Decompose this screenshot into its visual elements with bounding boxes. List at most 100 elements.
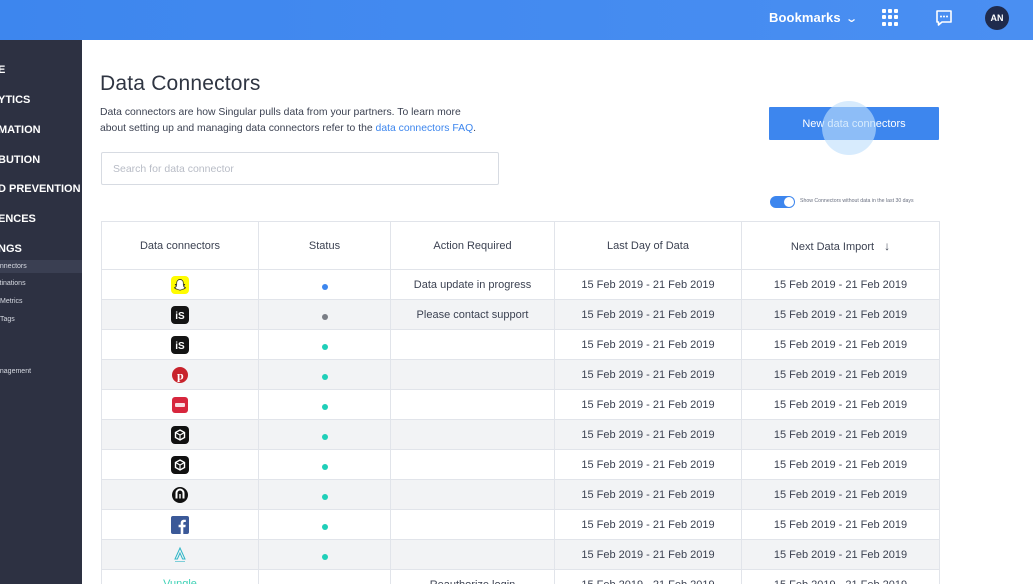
table-row[interactable]: 15 Feb 2019 - 21 Feb 2019 15 Feb 2019 - 2…	[101, 389, 940, 420]
sidebar-item-fraud-prevention[interactable]: D PREVENTION	[0, 183, 81, 195]
show-empty-connectors-toggle[interactable]	[770, 196, 795, 208]
table-row[interactable]: iS Please contact support 15 Feb 2019 - 21…	[101, 299, 940, 330]
new-data-connectors-button[interactable]: New data connectors	[769, 107, 939, 140]
user-avatar[interactable]: AN	[985, 6, 1009, 30]
status-cell	[258, 479, 391, 510]
unity-logo-icon	[171, 426, 189, 444]
connector-logo-cell	[101, 479, 259, 510]
status-dot-icon	[321, 374, 328, 380]
top-bar: Bookmarks ⌄ AN	[0, 0, 1033, 40]
svg-text:iS: iS	[175, 341, 185, 352]
action-required-cell	[390, 359, 555, 390]
table-row[interactable]: 15 Feb 2019 - 21 Feb 2019 15 Feb 2019 - 2…	[101, 479, 940, 510]
action-required-cell	[390, 479, 555, 510]
sort-down-arrow-icon[interactable]: ↓	[884, 239, 890, 253]
header-last-day-of-data[interactable]: Last Day of Data	[554, 221, 742, 270]
sidebar-item-settings[interactable]: NGS	[0, 243, 22, 255]
bookmarks-label: Bookmarks	[769, 10, 841, 25]
snapchat-logo-icon	[171, 276, 189, 294]
vungle-logo-icon: Vungle	[160, 576, 200, 584]
header-action-required[interactable]: Action Required	[390, 221, 555, 270]
description-line-2: about setting up and managing data conne…	[100, 123, 376, 134]
search-input[interactable]	[101, 152, 499, 185]
sidebar-item-audiences[interactable]: ENCES	[0, 213, 36, 225]
sidebar-subitem-metrics[interactable]: Metrics	[0, 298, 23, 305]
last-day-of-data-cell: 15 Feb 2019 - 21 Feb 2019	[554, 389, 742, 420]
connector-logo-cell: p	[101, 359, 259, 390]
table-row[interactable]: iS 15 Feb 2019 - 21 Feb 2019 15 Feb 2019 -…	[101, 329, 940, 360]
next-data-import-cell: 15 Feb 2019 - 21 Feb 2019	[741, 419, 940, 450]
status-cell	[258, 269, 391, 300]
table-row[interactable]: 15 Feb 2019 - 21 Feb 2019 15 Feb 2019 - 2…	[101, 509, 940, 540]
header-next-data-import[interactable]: Next Data Import ↓	[741, 221, 940, 270]
table-row[interactable]: 15 Feb 2019 - 21 Feb 2019 15 Feb 2019 - 2…	[101, 449, 940, 480]
sidebar-subitem-connectors[interactable]: onnectors	[0, 263, 27, 270]
apps-grid-icon[interactable]	[882, 9, 899, 26]
action-required-cell	[390, 329, 555, 360]
next-data-import-cell: 15 Feb 2019 - 21 Feb 2019	[741, 299, 940, 330]
connector-logo-cell: Vungle	[101, 569, 259, 584]
next-data-import-cell: 15 Feb 2019 - 21 Feb 2019	[741, 329, 940, 360]
table-row[interactable]: 15 Feb 2019 - 21 Feb 2019 15 Feb 2019 - 2…	[101, 419, 940, 450]
pinterest-logo-icon: p	[171, 366, 189, 384]
connector-logo-cell	[101, 509, 259, 540]
ironsource-logo-icon: iS	[171, 336, 189, 354]
status-dot-icon	[321, 284, 328, 290]
next-data-import-cell: 15 Feb 2019 - 21 Feb 2019	[741, 389, 940, 420]
status-dot-icon	[321, 554, 328, 560]
faq-link[interactable]: data connectors FAQ	[376, 123, 474, 134]
status-cell	[258, 359, 391, 390]
header-status[interactable]: Status	[258, 221, 391, 270]
connectors-table: Data connectors Status Action Required L…	[101, 221, 940, 584]
table-row[interactable]: p 15 Feb 2019 - 21 Feb 2019 15 Feb 2019 - …	[101, 359, 940, 390]
status-cell	[258, 389, 391, 420]
table-row[interactable]: Vungle Reauthorize login15 Feb 2019 - 21 …	[101, 569, 940, 584]
next-data-import-cell: 15 Feb 2019 - 21 Feb 2019	[741, 449, 940, 480]
connector-logo-cell: iS	[101, 329, 259, 360]
action-required-cell: Please contact support	[390, 299, 555, 330]
action-required-cell: Reauthorize login	[390, 569, 555, 584]
description-line-1: Data connectors are how Singular pulls d…	[100, 107, 461, 118]
status-dot-icon	[321, 464, 328, 470]
sidebar: E YTICS MATION BUTION D PREVENTION ENCES…	[0, 40, 82, 584]
sidebar-item-analytics[interactable]: YTICS	[0, 94, 30, 106]
status-dot-icon	[321, 344, 328, 350]
sidebar-subitem-destinations[interactable]: stinations	[0, 280, 26, 287]
last-day-of-data-cell: 15 Feb 2019 - 21 Feb 2019	[554, 479, 742, 510]
status-cell	[258, 569, 391, 584]
chat-icon[interactable]	[934, 8, 954, 28]
nexage-logo-icon	[171, 486, 189, 504]
sidebar-subitem-management[interactable]: anagement	[0, 368, 31, 375]
sidebar-item-attribution[interactable]: BUTION	[0, 154, 40, 166]
next-data-import-cell: 15 Feb 2019 - 21 Feb 2019	[741, 509, 940, 540]
bookmarks-menu[interactable]: Bookmarks ⌄	[769, 0, 858, 40]
header-next-data-import-label: Next Data Import	[790, 240, 875, 253]
sidebar-subitem-tags[interactable]: Tags	[0, 316, 15, 323]
last-day-of-data-cell: 15 Feb 2019 - 21 Feb 2019	[554, 539, 742, 570]
action-required-cell	[390, 539, 555, 570]
table-row[interactable]: 15 Feb 2019 - 21 Feb 2019 15 Feb 2019 - 2…	[101, 539, 940, 570]
last-day-of-data-cell: 15 Feb 2019 - 21 Feb 2019	[554, 449, 742, 480]
adcolony-logo-icon	[171, 546, 189, 564]
header-data-connectors[interactable]: Data connectors	[101, 221, 259, 270]
connector-logo-cell	[101, 389, 259, 420]
chevron-down-icon: ⌄	[844, 13, 858, 25]
status-dot-icon	[321, 314, 328, 320]
status-dot-icon	[321, 494, 328, 500]
status-dot-icon	[321, 404, 328, 410]
last-day-of-data-cell: 15 Feb 2019 - 21 Feb 2019	[554, 299, 742, 330]
table-row[interactable]: Data update in progress 15 Feb 2019 - 21 …	[101, 269, 940, 300]
action-required-cell	[390, 419, 555, 450]
status-cell	[258, 299, 391, 330]
connector-logo-cell: iS	[101, 299, 259, 330]
svg-text:Vungle: Vungle	[163, 578, 197, 584]
red-app-logo-icon	[171, 396, 189, 414]
unity-logo-icon	[171, 456, 189, 474]
sidebar-item-home[interactable]: E	[0, 64, 5, 76]
facebook-logo-icon	[171, 516, 189, 534]
connector-logo-cell	[101, 539, 259, 570]
connector-logo-cell	[101, 269, 259, 300]
last-day-of-data-cell: 15 Feb 2019 - 21 Feb 2019	[554, 569, 742, 584]
connector-logo-cell	[101, 419, 259, 450]
sidebar-item-automation[interactable]: MATION	[0, 124, 41, 136]
